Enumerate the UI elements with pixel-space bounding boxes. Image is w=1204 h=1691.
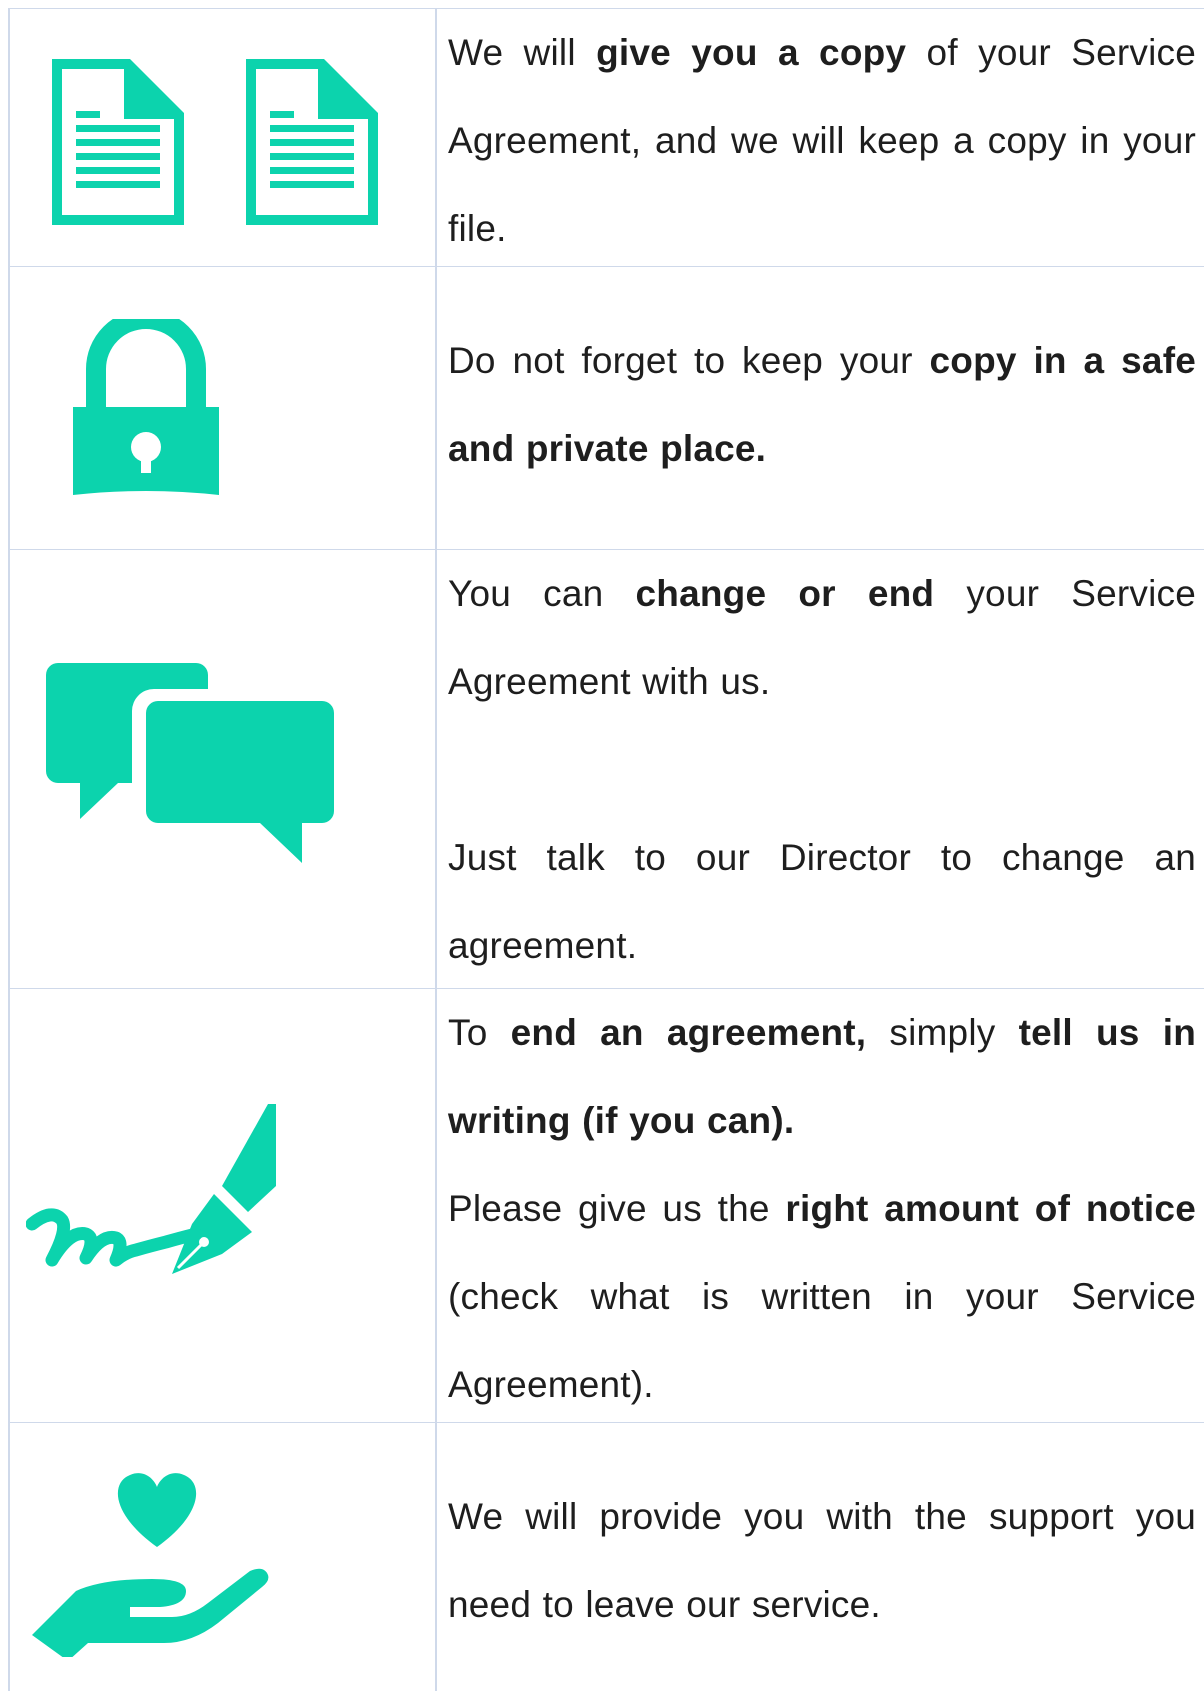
text-cell: You can change or end your Service Agree…	[448, 550, 1196, 990]
pen-signature-icon	[26, 1104, 276, 1274]
paragraph: To end an agreement, simply tell us in w…	[448, 1012, 1197, 1141]
text-cell: We will provide you with the support you…	[448, 1473, 1196, 1649]
paragraph: We will give you a copy of your Service …	[448, 32, 1197, 249]
info-table: We will give you a copy of your Service …	[8, 8, 1204, 1691]
icon-cell	[8, 1423, 435, 1691]
icon-cell	[8, 989, 435, 1422]
table-row-copy: We will give you a copy of your Service …	[8, 8, 1204, 266]
paragraph: Do not forget to keep your copy in a saf…	[448, 340, 1196, 469]
table-row-end-agreement: To end an agreement, simply tell us in w…	[8, 988, 1204, 1422]
text-cell: We will give you a copy of your Service …	[448, 9, 1196, 273]
paragraph: Just talk to our Director to change an a…	[448, 837, 1196, 966]
icon-cell	[8, 550, 435, 988]
table-row-support: We will provide you with the support you…	[8, 1422, 1204, 1691]
heart-in-hand-icon	[32, 1473, 269, 1657]
padlock-icon	[73, 319, 219, 495]
table-row-change-or-end: You can change or end your Service Agree…	[8, 549, 1204, 988]
paragraph: Please give us the right amount of notic…	[448, 1188, 1196, 1405]
icon-cell	[8, 267, 435, 549]
text-cell: To end an agreement, simply tell us in w…	[448, 989, 1196, 1429]
table-row-safe-place: Do not forget to keep your copy in a saf…	[8, 266, 1204, 549]
text-cell: Do not forget to keep your copy in a saf…	[448, 317, 1196, 493]
icon-cell	[8, 9, 435, 266]
paragraph: You can change or end your Service Agree…	[448, 573, 1196, 702]
documents-icon	[52, 59, 378, 225]
speech-bubbles-icon	[46, 663, 334, 863]
paragraph: We will provide you with the support you…	[448, 1496, 1196, 1625]
